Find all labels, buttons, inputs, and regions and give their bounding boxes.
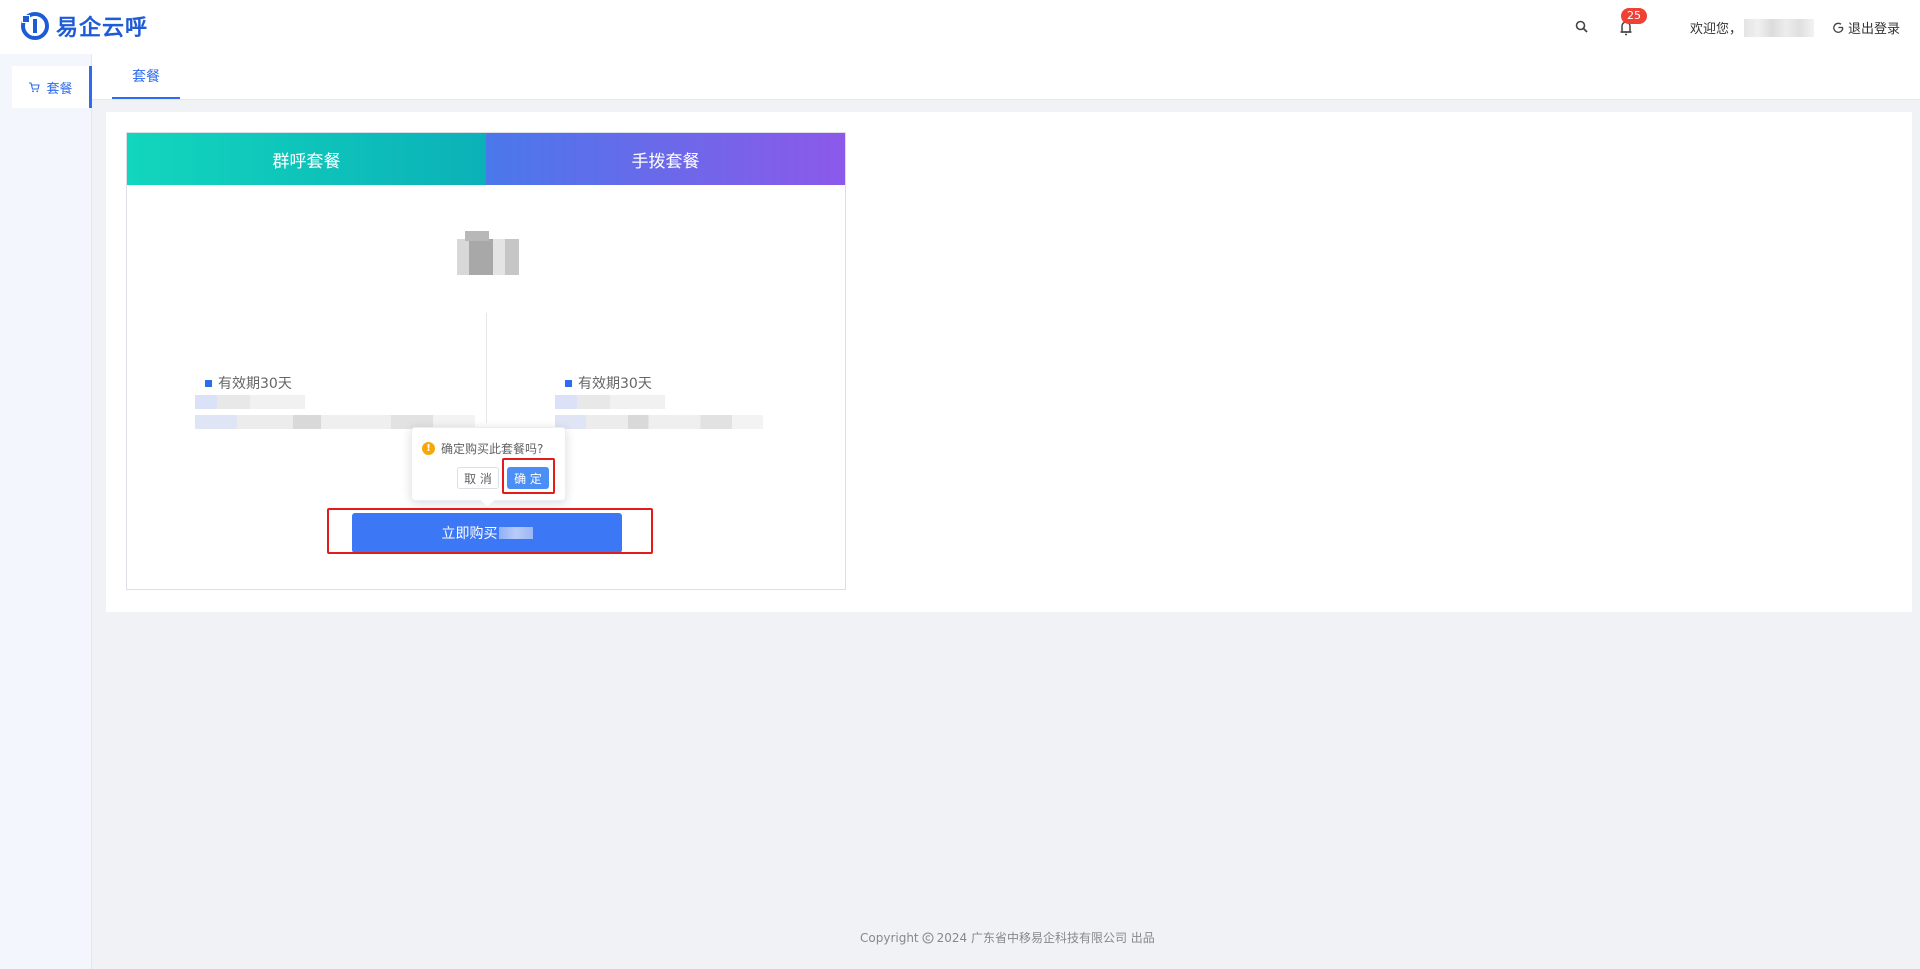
column-divider	[486, 313, 487, 423]
copyright-icon	[922, 932, 934, 943]
feature-label: 有效期30天	[218, 376, 292, 392]
bullet-icon	[205, 379, 212, 387]
feature-validity-left: 有效期30天	[205, 373, 292, 393]
sidebar: 套餐	[0, 54, 92, 969]
logout-button[interactable]: 退出登录	[1832, 18, 1900, 37]
redacted-text	[555, 395, 665, 409]
page-tabs: 套餐	[92, 54, 1920, 100]
logo-icon	[20, 11, 50, 41]
buy-now-button[interactable]: 立即购买	[352, 513, 622, 553]
buy-now-label: 立即购买	[441, 526, 498, 542]
package-type-tabs: 群呼套餐 手拨套餐	[127, 133, 845, 185]
app-logo[interactable]: 易企云呼	[20, 10, 148, 42]
logout-label: 退出登录	[1848, 22, 1901, 37]
username-redacted	[1744, 18, 1815, 37]
main-panel: 群呼套餐 手拨套餐 有效期30天 有效期30天 立即购买	[106, 112, 1912, 612]
page-footer: Copyright 2024 广东省中移易企科技有限公司 出品	[860, 929, 1155, 946]
tab-manual-dial-package[interactable]: 手拨套餐	[486, 133, 845, 185]
sidebar-item-label: 套餐	[46, 81, 73, 97]
redacted-text	[195, 395, 305, 409]
copyright-label: Copyright	[860, 930, 919, 945]
package-price-redacted	[447, 231, 519, 275]
welcome-label: 欢迎您，	[1690, 22, 1743, 37]
logo-text: 易企云呼	[56, 16, 149, 41]
sidebar-item-package[interactable]: 套餐	[12, 66, 92, 108]
package-card: 群呼套餐 手拨套餐 有效期30天 有效期30天 立即购买	[126, 132, 846, 590]
warning-icon: !	[422, 442, 435, 455]
notification-badge: 25	[1621, 8, 1647, 24]
copyright-owner: 2024 广东省中移易企科技有限公司 出品	[936, 931, 1155, 945]
confirm-message: ! 确定购买此套餐吗?	[422, 440, 543, 457]
redacted-text	[555, 415, 763, 429]
tab-group-call-package[interactable]: 群呼套餐	[127, 133, 486, 185]
feature-validity-right: 有效期30天	[565, 373, 652, 393]
confirm-button[interactable]: 确 定	[507, 467, 549, 489]
logout-icon	[1833, 22, 1844, 33]
search-icon[interactable]	[1572, 17, 1592, 37]
tab-package[interactable]: 套餐	[112, 54, 180, 99]
top-header: 易企云呼 25 欢迎您， 退出登录	[0, 0, 1920, 54]
redacted-price	[498, 527, 533, 539]
purchase-confirm-popover: ! 确定购买此套餐吗? 取 消 确 定	[411, 427, 566, 501]
confirm-message-text: 确定购买此套餐吗?	[441, 442, 544, 456]
cart-icon	[29, 82, 41, 93]
cancel-button[interactable]: 取 消	[457, 467, 499, 489]
welcome-text: 欢迎您，	[1690, 18, 1815, 37]
bullet-icon	[565, 379, 572, 387]
feature-label: 有效期30天	[578, 376, 652, 392]
